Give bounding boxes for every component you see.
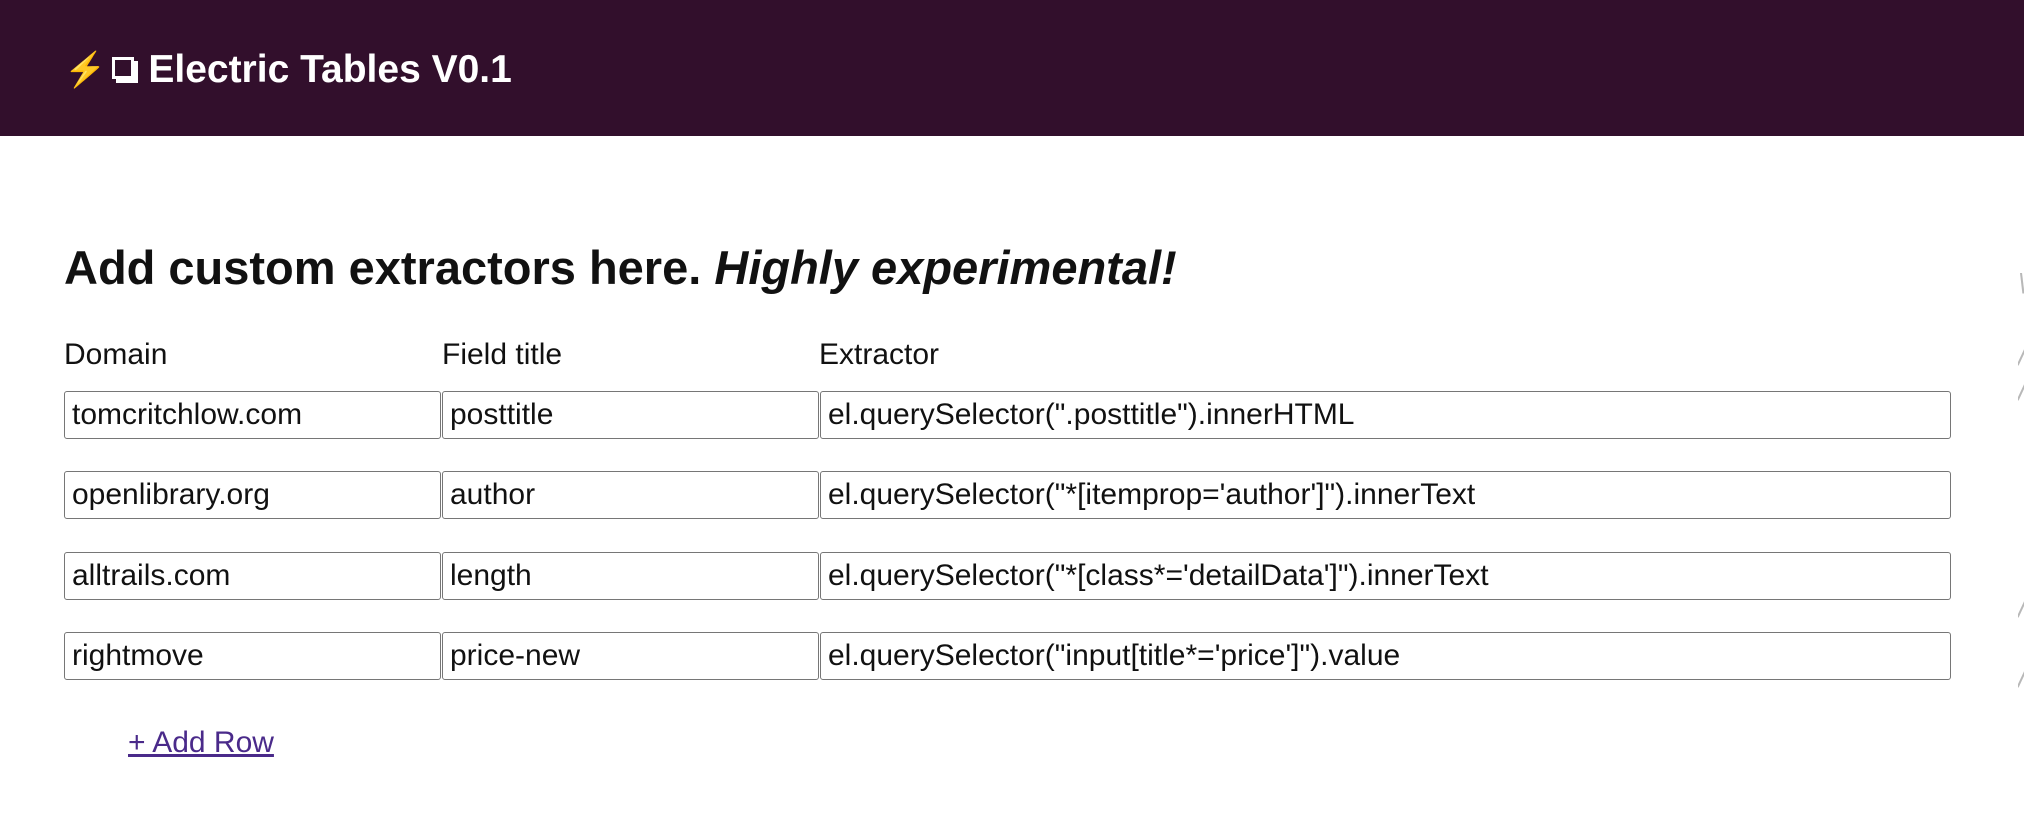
- field-title-field[interactable]: [442, 471, 819, 519]
- heading-text: Add custom extractors here.: [64, 241, 702, 294]
- extractor-field[interactable]: [820, 552, 1951, 600]
- app-header: ⚡ Electric Tables V0.1: [0, 0, 2024, 136]
- clipped-edge-content: /: [2018, 375, 2024, 407]
- domain-field[interactable]: [64, 391, 441, 439]
- add-row-link[interactable]: + Add Row: [128, 726, 274, 760]
- lightning-icon: ⚡: [64, 51, 107, 89]
- page-heading: Add custom extractors here. Highly exper…: [64, 240, 1177, 295]
- column-label-field-title: Field title: [442, 338, 563, 371]
- domain-field[interactable]: [64, 552, 441, 600]
- domain-field[interactable]: [64, 471, 441, 519]
- domain-field[interactable]: [64, 632, 441, 680]
- heading-emphasis: Highly experimental!: [714, 241, 1177, 294]
- clipped-edge-content: /: [2018, 662, 2024, 694]
- clipped-edge-content: \: [2018, 268, 2024, 300]
- field-title-field[interactable]: [442, 391, 819, 439]
- column-label-extractor: Extractor: [819, 338, 940, 371]
- extractor-field[interactable]: [820, 632, 1951, 680]
- field-title-field[interactable]: [442, 552, 819, 600]
- clipped-edge-content: /: [2018, 340, 2024, 372]
- table-box-icon: [112, 57, 135, 79]
- field-title-field[interactable]: [442, 632, 819, 680]
- extractor-field[interactable]: [820, 471, 1951, 519]
- app-brand: ⚡ Electric Tables V0.1: [64, 42, 512, 98]
- extractor-field[interactable]: [820, 391, 1951, 439]
- clipped-edge-content: /: [2018, 592, 2024, 624]
- column-label-domain: Domain: [64, 338, 168, 371]
- app-title: Electric Tables V0.1: [148, 48, 512, 91]
